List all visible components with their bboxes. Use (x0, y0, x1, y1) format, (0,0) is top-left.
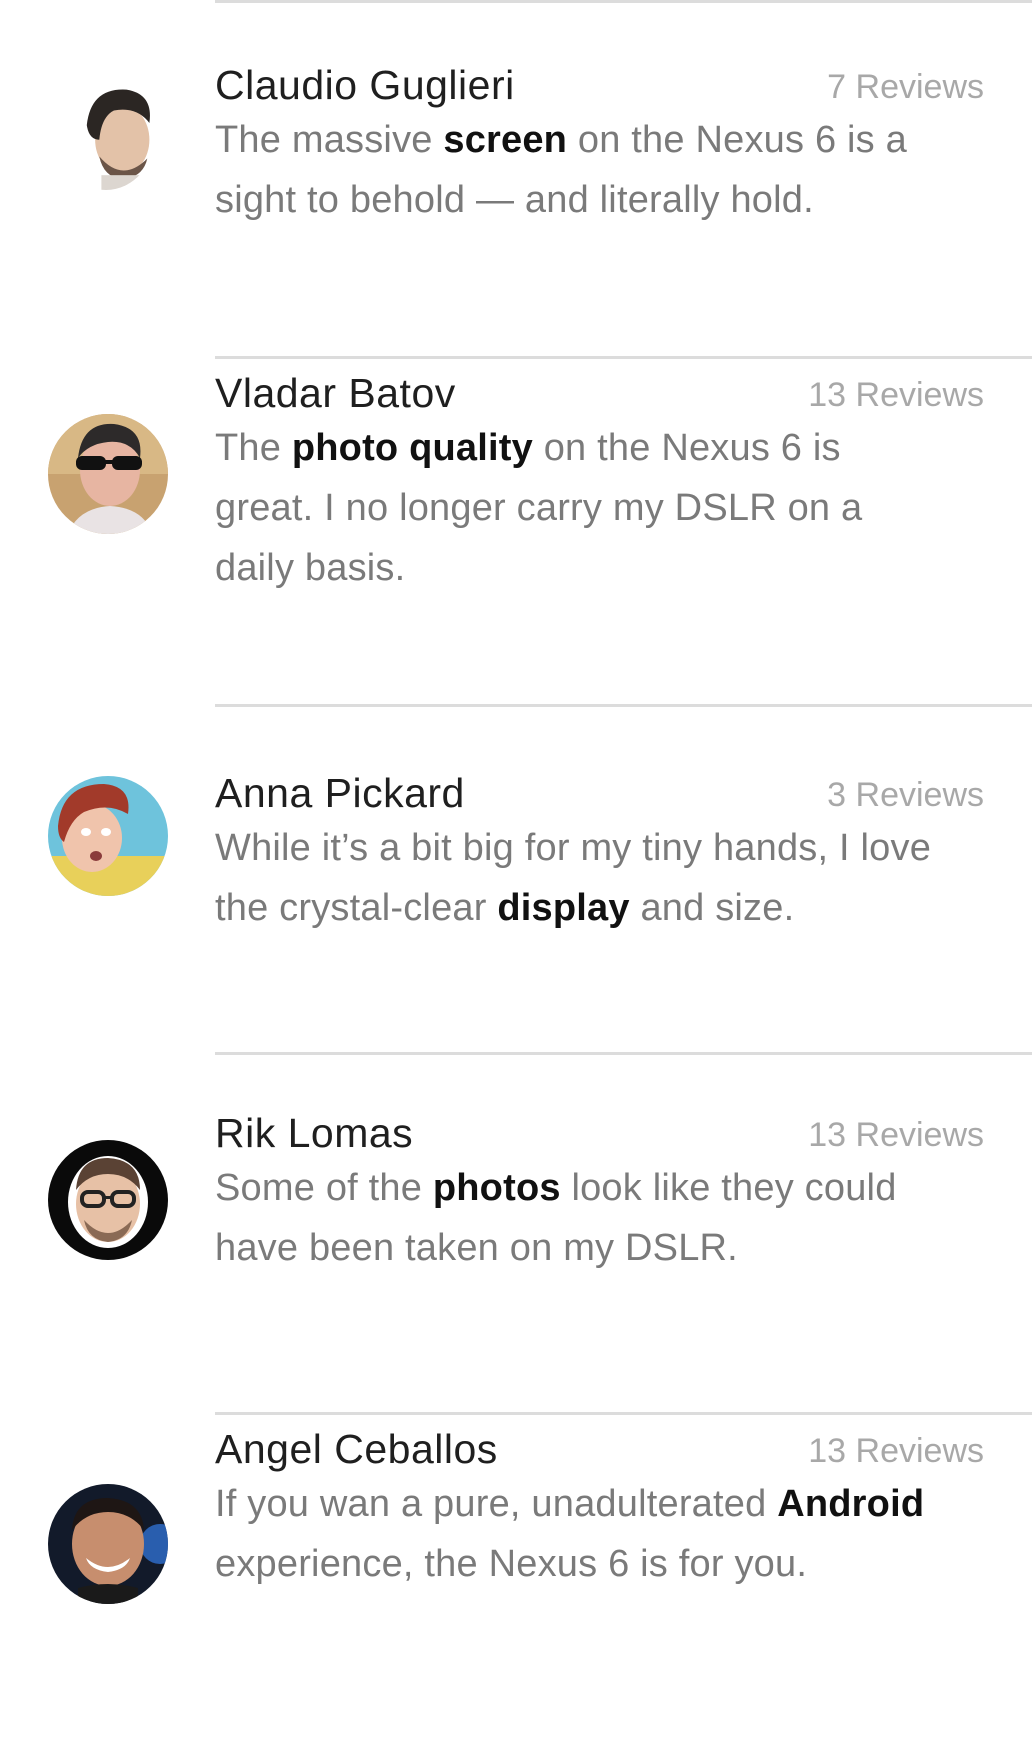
review-highlight: Android (777, 1483, 925, 1525)
review-text: Some of the photos look like they could … (215, 1158, 935, 1278)
avatar-icon[interactable] (48, 1484, 168, 1604)
review-text: If you wan a pure, unadulterated Android… (215, 1474, 935, 1594)
review-text: The massive screen on the Nexus 6 is a s… (215, 110, 935, 230)
review-list: Claudio Guglieri 7 Reviews The massive s… (0, 0, 1032, 1761)
review-item[interactable]: Claudio Guglieri 7 Reviews The massive s… (0, 0, 1032, 340)
review-count: 3 Reviews (827, 776, 984, 814)
review-text: While it’s a bit big for my tiny hands, … (215, 818, 935, 938)
reviewer-name: Claudio Guglieri (215, 62, 515, 108)
review-count: 7 Reviews (827, 68, 984, 106)
review-item[interactable]: Angel Ceballos 13 Reviews If you wan a p… (0, 1404, 1032, 1744)
review-count: 13 Reviews (808, 1432, 984, 1470)
review-count: 13 Reviews (808, 376, 984, 414)
review-highlight: photo quality (291, 427, 533, 469)
reviewer-name: Angel Ceballos (215, 1426, 498, 1472)
review-text-part: The (215, 427, 292, 469)
review-item[interactable]: Vladar Batov 13 Reviews The photo qualit… (0, 348, 1032, 688)
avatar-icon[interactable] (48, 414, 168, 534)
review-highlight: screen (443, 119, 568, 161)
avatar-icon[interactable] (56, 75, 156, 190)
review-text-part: experience, the Nexus 6 is for you. (215, 1543, 808, 1585)
review-item[interactable]: Anna Pickard 3 Reviews While it’s a bit … (0, 696, 1032, 1036)
review-highlight: display (497, 887, 630, 929)
review-count: 13 Reviews (808, 1116, 984, 1154)
avatar-icon[interactable] (48, 776, 168, 896)
reviewer-name: Vladar Batov (215, 370, 456, 416)
reviewer-name: Rik Lomas (215, 1110, 414, 1156)
review-text-part: Some of the (215, 1167, 433, 1209)
review-item[interactable]: Rik Lomas 13 Reviews Some of the photos … (0, 1044, 1032, 1384)
review-highlight: photos (432, 1167, 561, 1209)
review-text-part: and size. (629, 887, 795, 929)
avatar-icon[interactable] (48, 1140, 168, 1260)
review-text-part: If you wan a pure, unadulterated (215, 1483, 778, 1525)
review-text-part: The massive (215, 119, 444, 161)
reviewer-name: Anna Pickard (215, 770, 465, 816)
review-text: The photo quality on the Nexus 6 is grea… (215, 418, 935, 598)
